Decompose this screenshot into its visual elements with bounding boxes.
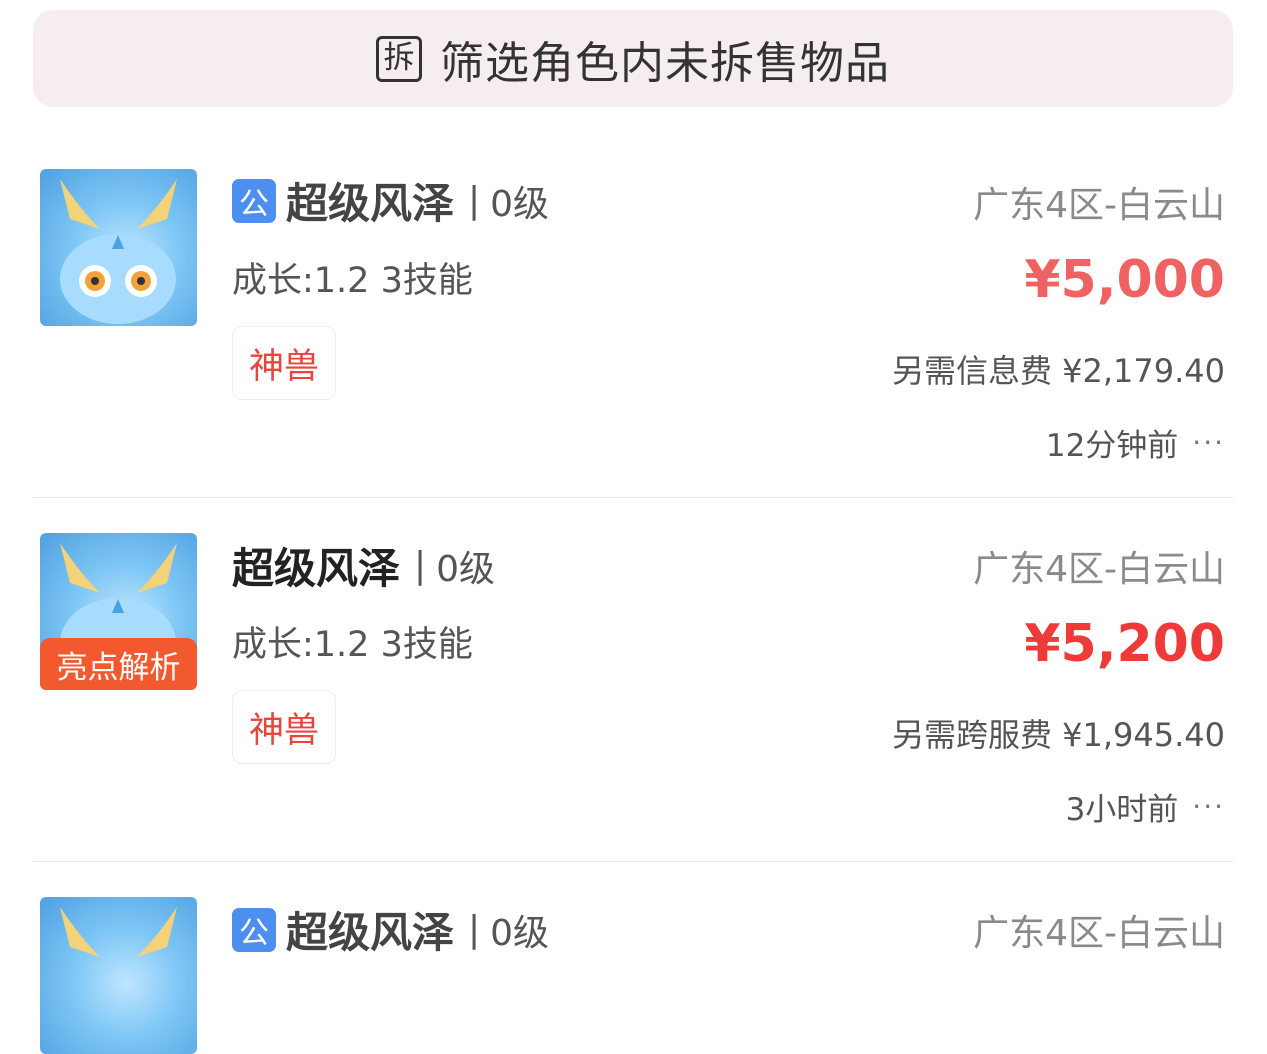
pet-name: 超级风泽	[232, 544, 401, 593]
price: ¥5,200	[1024, 614, 1225, 674]
separator: |	[414, 545, 427, 586]
more-icon[interactable]: ···	[1192, 426, 1225, 459]
listing-time: 12分钟前	[1045, 428, 1179, 464]
pet-tag: 神兽	[232, 690, 336, 764]
pet-thumbnail: 亮点解析	[40, 533, 197, 690]
server-name: 广东4区-白云山	[973, 549, 1225, 590]
separator: |	[468, 909, 481, 950]
pet-level: 0级	[436, 548, 496, 590]
pet-level: 0级	[490, 912, 550, 954]
listing-time: 3小时前	[1065, 792, 1179, 828]
highlight-analysis-badge[interactable]: 亮点解析	[40, 638, 197, 690]
extra-fee: 另需跨服费 ¥1,945.40	[891, 716, 1225, 754]
public-badge: 公	[232, 907, 276, 952]
pet-attributes: 成长:1.2 3技能	[232, 625, 473, 665]
pet-thumbnail	[40, 897, 197, 1054]
pet-name: 超级风泽	[286, 908, 455, 957]
listing-item[interactable]: 公 超级风泽 | 0级 广东4区-白云山	[0, 0, 1267, 1054]
divider	[33, 861, 1233, 862]
server-name: 广东4区-白云山	[973, 913, 1225, 954]
more-icon[interactable]: ···	[1192, 790, 1225, 823]
divider	[33, 497, 1233, 498]
